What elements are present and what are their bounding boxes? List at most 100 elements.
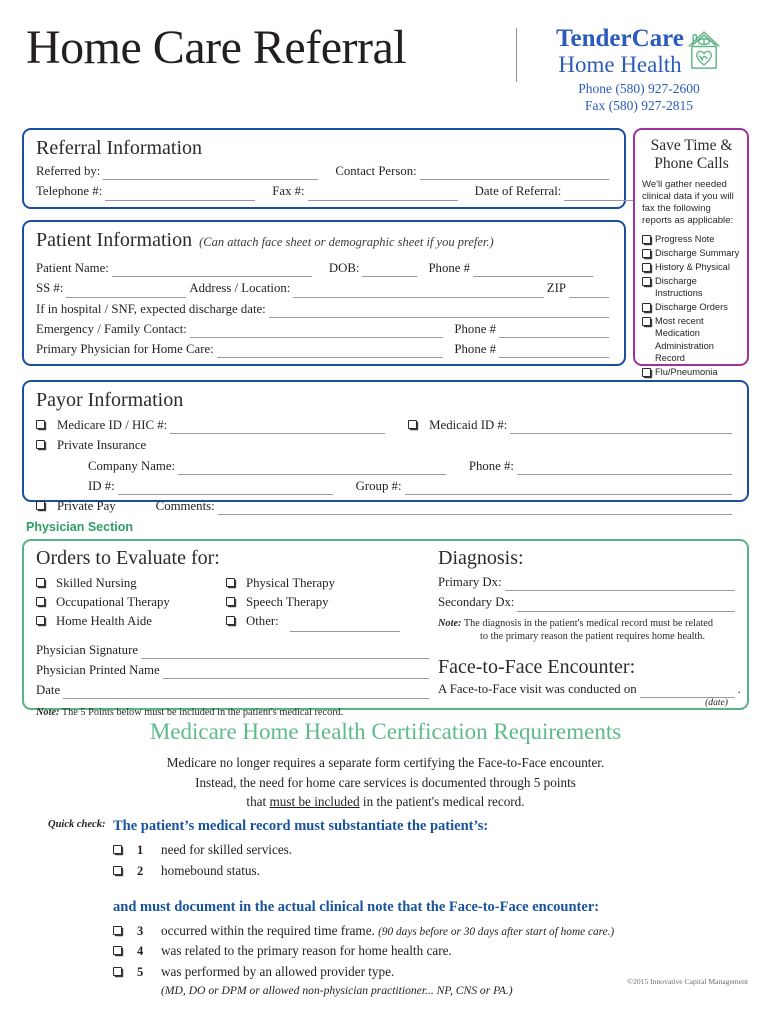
report-item-medication-administration-record[interactable]: Most recent Medication Administration Re… xyxy=(642,315,741,364)
address-input[interactable] xyxy=(293,285,544,298)
discharge-date-input[interactable] xyxy=(268,305,609,318)
checkbox-cell[interactable] xyxy=(113,921,137,941)
order-item-physical-therapy[interactable]: Physical Therapy xyxy=(226,574,335,593)
ss-input[interactable] xyxy=(66,285,187,298)
order-item-label: Skilled Nursing xyxy=(56,576,137,590)
orders-column: Orders to Evaluate for: Skilled Nursing … xyxy=(36,547,432,720)
insurance-id-input[interactable] xyxy=(117,482,333,496)
physician-printed-name-row: Physician Printed Name xyxy=(36,662,432,680)
checkbox-icon[interactable] xyxy=(642,276,651,286)
orders-title: Orders to Evaluate for: xyxy=(36,547,220,569)
physician-note-prefix: Note: xyxy=(36,707,60,719)
medicare-para-line3-pre: that xyxy=(246,793,270,809)
medicaid-id-input[interactable] xyxy=(510,421,732,435)
checkbox-cell[interactable] xyxy=(113,962,137,982)
order-item-label: Home Health Aide xyxy=(56,614,152,629)
point-text: need for skilled services. xyxy=(161,842,293,858)
checkbox-icon-private-insurance[interactable] xyxy=(36,440,45,450)
emergency-contact-row: Emergency / Family Contact: Phone # xyxy=(36,321,612,339)
discharge-date-row: If in hospital / SNF, expected discharge… xyxy=(36,301,612,318)
primary-physician-input[interactable] xyxy=(216,345,444,359)
physician-signature-input[interactable] xyxy=(141,646,429,659)
point-number: 4 xyxy=(137,944,144,959)
report-item-history-physical[interactable]: History & Physical xyxy=(642,261,741,273)
order-item-label: Other: xyxy=(246,614,279,629)
referred-by-label: Referred by: xyxy=(36,164,101,178)
checkbox-icon-medicare[interactable] xyxy=(36,420,45,429)
company-name-input[interactable] xyxy=(178,462,446,475)
order-item-occupational-therapy[interactable]: Occupational Therapy xyxy=(36,593,226,612)
physician-section-label: Physician Section xyxy=(26,520,133,534)
referral-form-page: Home Care Referral TenderCare Home Healt… xyxy=(0,0,770,1024)
checkbox-icon[interactable] xyxy=(226,578,235,587)
order-other-input[interactable] xyxy=(289,619,400,632)
emergency-phone-label: Phone # xyxy=(454,321,496,336)
medicare-requirements-section: Medicare Home Health Certification Requi… xyxy=(22,719,749,811)
company-name-label: Company Name: xyxy=(88,458,176,473)
order-item-speech-therapy[interactable]: Speech Therapy xyxy=(226,593,329,612)
point-number: 2 xyxy=(137,863,144,878)
medicare-point-row: 1 need for skilled services. xyxy=(113,840,753,860)
checkbox-icon[interactable] xyxy=(642,249,651,259)
checkbox-icon[interactable] xyxy=(642,235,651,245)
zip-input[interactable] xyxy=(569,285,609,298)
checkbox-icon[interactable] xyxy=(113,865,122,875)
checkbox-icon[interactable] xyxy=(113,966,122,976)
checkbox-icon[interactable] xyxy=(226,616,235,626)
order-item-label: Occupational Therapy xyxy=(56,595,170,610)
checkbox-icon[interactable] xyxy=(36,597,45,607)
checkbox-icon[interactable] xyxy=(642,316,651,326)
fax-input[interactable] xyxy=(307,188,458,201)
payor-section-title: Payor Information xyxy=(36,389,184,411)
report-item-discharge-summary[interactable]: Discharge Summary xyxy=(642,247,741,259)
primary-physician-phone-input[interactable] xyxy=(499,345,609,359)
checkbox-icon-medicaid[interactable] xyxy=(408,420,418,429)
checkbox-icon[interactable] xyxy=(642,303,651,313)
report-item-progress-note[interactable]: Progress Note xyxy=(642,233,741,245)
checkbox-icon[interactable] xyxy=(36,616,45,626)
contact-person-input[interactable] xyxy=(419,167,609,181)
report-item-label: History & Physical xyxy=(655,261,730,272)
report-item-discharge-orders[interactable]: Discharge Orders xyxy=(642,301,741,313)
telephone-input[interactable] xyxy=(105,188,256,201)
checkbox-icon[interactable] xyxy=(113,845,122,855)
order-item-skilled-nursing[interactable]: Skilled Nursing xyxy=(36,574,226,593)
checkbox-icon[interactable] xyxy=(113,925,122,935)
secondary-dx-input[interactable] xyxy=(517,599,735,612)
checkbox-cell[interactable] xyxy=(113,840,137,860)
medicare-point-row: 4 was related to the primary reason for … xyxy=(113,941,753,961)
primary-dx-input[interactable] xyxy=(504,578,735,592)
checkbox-icon[interactable] xyxy=(642,367,651,377)
medicare-blue-heading-2: and must document in the actual clinical… xyxy=(113,899,600,916)
diagnosis-column: Diagnosis: Primary Dx: Secondary Dx: Not… xyxy=(438,547,741,708)
group-number-input[interactable] xyxy=(404,482,732,496)
medicare-id-input[interactable] xyxy=(170,421,386,435)
checkbox-icon[interactable] xyxy=(226,597,235,607)
checkbox-cell[interactable] xyxy=(113,861,137,881)
emergency-phone-input[interactable] xyxy=(499,325,609,339)
dob-input[interactable] xyxy=(362,264,418,278)
checkbox-icon[interactable] xyxy=(113,946,122,956)
checkbox-icon-private-pay[interactable] xyxy=(36,501,45,511)
referred-by-row: Referred by: Contact Person: xyxy=(36,163,612,181)
checkbox-icon[interactable] xyxy=(642,262,651,272)
emergency-contact-input[interactable] xyxy=(189,325,444,339)
brand-subname: Home Health xyxy=(558,51,682,77)
private-insurance-row[interactable]: Private Insurance xyxy=(36,437,735,454)
group-number-label: Group #: xyxy=(355,478,402,493)
primary-dx-row: Primary Dx: xyxy=(438,574,738,592)
physician-printed-name-input[interactable] xyxy=(162,666,429,680)
checkbox-cell[interactable] xyxy=(113,941,137,961)
insurance-phone-input[interactable] xyxy=(517,462,732,475)
report-item-discharge-instructions[interactable]: Discharge Instructions xyxy=(642,275,741,300)
patient-name-input[interactable] xyxy=(111,264,312,278)
patient-phone-input[interactable] xyxy=(473,264,594,278)
order-item-home-health-aide[interactable]: Home Health Aide xyxy=(36,612,226,631)
checkbox-icon[interactable] xyxy=(36,578,45,587)
contact-person-label: Contact Person: xyxy=(335,164,417,178)
date-of-referral-input[interactable] xyxy=(564,188,635,201)
physician-date-input[interactable] xyxy=(63,686,429,700)
order-item-other[interactable]: Other: xyxy=(226,612,403,632)
referred-by-input[interactable] xyxy=(103,167,319,181)
comments-input[interactable] xyxy=(217,502,732,516)
